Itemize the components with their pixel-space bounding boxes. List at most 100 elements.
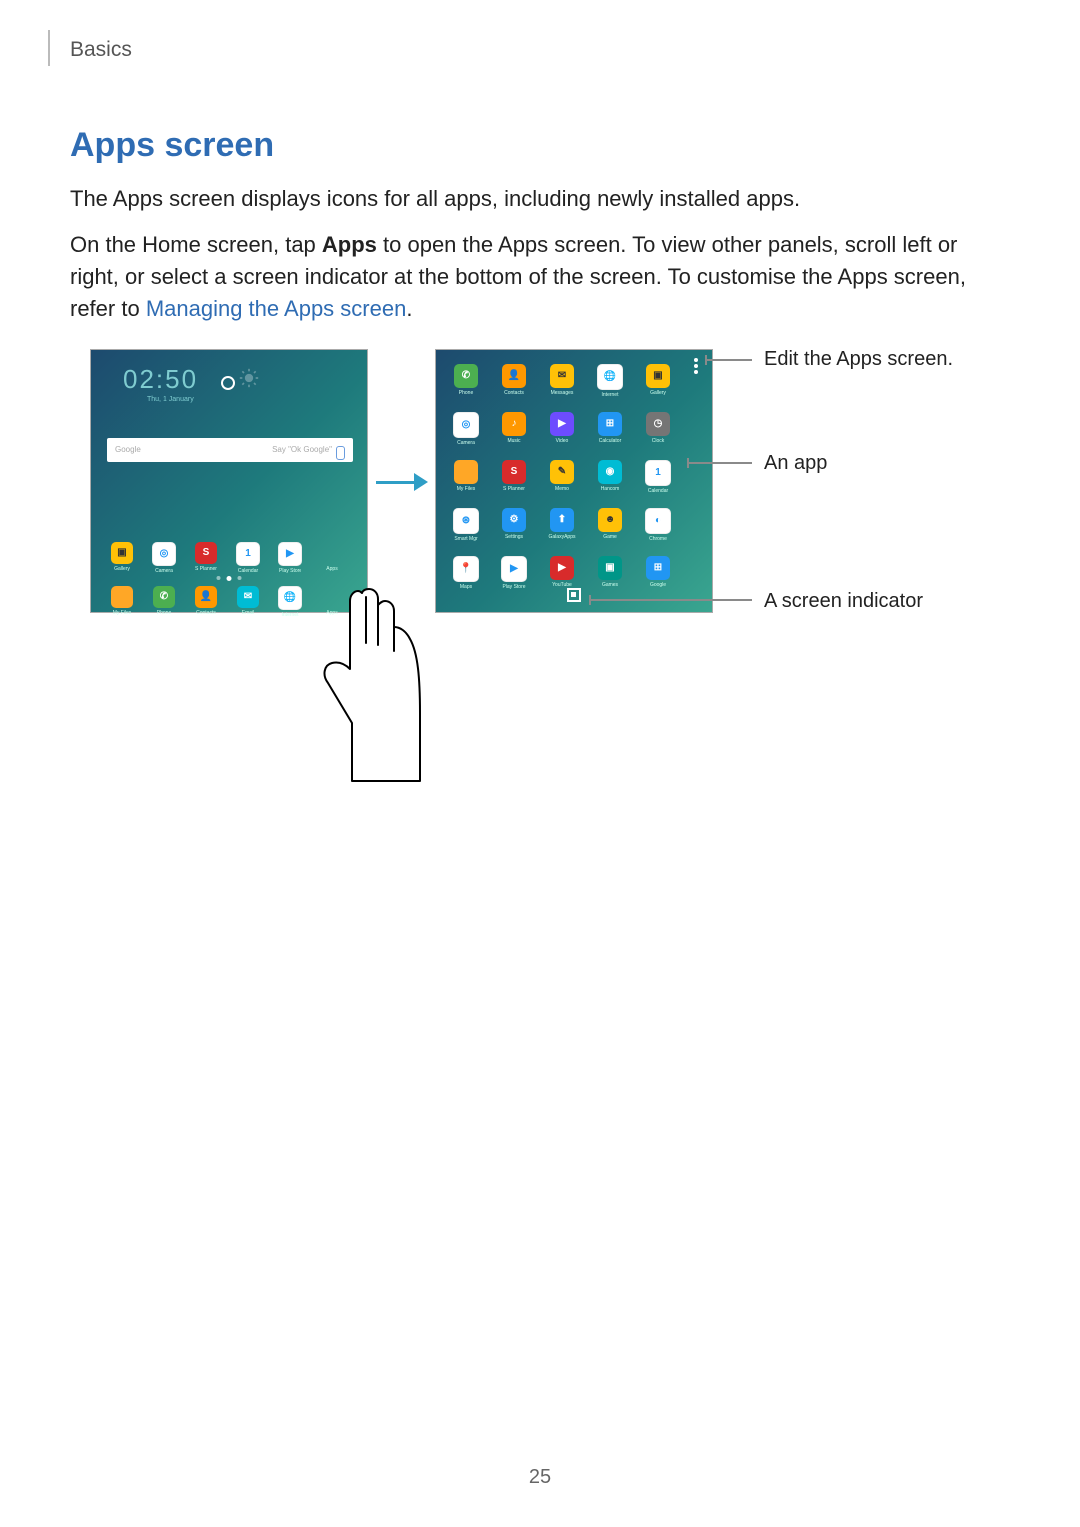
s-planner-icon-label: S Planner [498, 486, 530, 492]
clock-widget: 02:50 [123, 364, 198, 395]
contacts-icon-glyph: 👤 [195, 586, 217, 608]
s-planner-icon[interactable]: SS Planner [195, 542, 217, 574]
play-games-icon-label: Games [594, 582, 626, 588]
more-menu-icon[interactable] [694, 358, 698, 362]
chrome-icon-glyph: ◐ [645, 508, 671, 534]
smart-manager-icon-glyph: ⊛ [453, 508, 479, 534]
my-files-icon-label: My Files [111, 610, 133, 616]
maps-icon[interactable]: 📍Maps [450, 556, 482, 590]
video-icon[interactable]: ▶Video [546, 412, 578, 446]
play-games-icon[interactable]: ▣Games [594, 556, 626, 590]
figure-area: 02:50 Thu, 1 January Google Say "Ok Goog… [70, 343, 1010, 863]
internet-icon[interactable]: 🌐Internet [279, 586, 301, 618]
game-icon[interactable]: ☻Game [594, 508, 626, 542]
smart-manager-icon[interactable]: ⊛Smart Mgr [450, 508, 482, 542]
contacts-icon[interactable]: 👤 Contacts [498, 364, 530, 398]
memo-icon[interactable]: ✎Memo [546, 460, 578, 494]
youtube-icon-glyph: ▶ [550, 556, 574, 580]
phone-icon[interactable]: ✆Phone [153, 586, 175, 618]
phone-icon[interactable]: ✆Phone [450, 364, 482, 398]
s-planner-icon[interactable]: SS Planner [498, 460, 530, 494]
clock-icon-label: Clock [642, 438, 674, 444]
page-number: 25 [529, 1466, 551, 1489]
maps-icon-glyph: 📍 [453, 556, 479, 582]
game-icon-label: Game [594, 534, 626, 540]
apps-grid: ✆Phone 👤 Contacts ✉Messages 🌐Internet ▣ Galler… [450, 364, 674, 590]
google-search-bar[interactable]: Google Say "Ok Google" [107, 438, 353, 462]
phone-icon-label: Phone [450, 390, 482, 396]
gallery-icon[interactable]: ▣ Gallery [642, 364, 674, 398]
gallery-icon-label: Gallery [111, 566, 133, 572]
internet-icon-label: Internet [279, 612, 301, 618]
gallery-icon-glyph: ▣ [111, 542, 133, 564]
messages-icon[interactable]: ✉Messages [546, 364, 578, 398]
section-title: Apps screen [70, 126, 1010, 165]
camera-icon[interactable]: ◎Camera [153, 542, 175, 574]
dot-active-icon[interactable] [227, 576, 232, 581]
calendar-icon-glyph: 1 [236, 542, 260, 566]
screen-indicator-icon[interactable] [567, 588, 581, 602]
hancom-icon[interactable]: ◉Hancom [594, 460, 626, 494]
apps-icon-glyph [321, 542, 343, 564]
play-store-icon-glyph: ▶ [501, 556, 527, 582]
email-icon[interactable]: ✉Email [237, 586, 259, 618]
my-files-icon-label: My Files [450, 486, 482, 492]
gallery-icon[interactable]: ▣ Gallery [111, 542, 133, 574]
video-icon-label: Video [546, 438, 578, 444]
play-store-icon[interactable]: ▶Play Store [279, 542, 301, 574]
contacts-icon-label: Contacts [498, 390, 530, 396]
gallery-icon-glyph: ▣ [646, 364, 670, 388]
email-icon-label: Email [237, 610, 259, 616]
paragraph-1: The Apps screen displays icons for all a… [70, 183, 1010, 215]
managing-apps-link[interactable]: Managing the Apps screen [146, 296, 407, 321]
play-store-icon-label: Play Store [498, 584, 530, 590]
callout-edit-apps: Edit the Apps screen. [764, 347, 953, 372]
galaxy-apps-icon[interactable]: ⬆GalaxyApps [546, 508, 578, 542]
calculator-icon[interactable]: ⊞ Calculator [594, 412, 626, 446]
calendar-icon-label: Calendar [237, 568, 259, 574]
camera-icon-label: Camera [450, 440, 482, 446]
calculator-icon-label: Calculator [594, 438, 626, 444]
google-folder-icon-glyph: ⊞ [646, 556, 670, 580]
search-right-label: Say "Ok Google" [272, 438, 332, 462]
callout-line [706, 359, 752, 361]
home-screen: 02:50 Thu, 1 January Google Say "Ok Goog… [90, 349, 368, 613]
mic-icon[interactable] [336, 446, 345, 460]
my-files-icon[interactable]: My Files [111, 586, 133, 618]
manual-page: Basics Apps screen The Apps screen displ… [0, 0, 1080, 1527]
p2-pre: On the Home screen, tap [70, 232, 322, 257]
calendar-icon-glyph: 1 [645, 460, 671, 486]
chrome-icon[interactable]: ◐Chrome [642, 508, 674, 542]
contacts-icon[interactable]: 👤Contacts [195, 586, 217, 618]
internet-icon[interactable]: 🌐Internet [594, 364, 626, 398]
contacts-icon-glyph: 👤 [502, 364, 526, 388]
apps-drawer-icon[interactable]: Apps [321, 586, 343, 618]
dot-icon[interactable] [238, 576, 242, 580]
hancom-icon-label: Hancom [594, 486, 626, 492]
play-store-icon[interactable]: ▶ Play Store [498, 556, 530, 590]
search-left-label: Google [115, 438, 141, 462]
my-files-icon[interactable]: My Files [450, 460, 482, 494]
play-store-icon-label: Play Store [279, 568, 301, 574]
weather-sun-icon [239, 368, 259, 388]
dot-icon[interactable] [217, 576, 221, 580]
gallery-icon-label: Gallery [642, 390, 674, 396]
camera-icon-glyph: ◎ [152, 542, 176, 566]
calendar-icon[interactable]: 1Calendar [642, 460, 674, 494]
youtube-icon[interactable]: ▶YouTube [546, 556, 578, 590]
header-divider [48, 30, 50, 66]
music-icon[interactable]: ♪Music [498, 412, 530, 446]
p2-end: . [406, 296, 412, 321]
calendar-icon[interactable]: 1 Calendar [237, 542, 259, 574]
apps-icon[interactable]: Apps [321, 542, 343, 574]
camera-icon[interactable]: ◎Camera [450, 412, 482, 446]
apps-drawer-icon-label: Apps [321, 610, 343, 616]
callout-tick [705, 355, 707, 365]
google-folder-icon[interactable]: ⊞Google [642, 556, 674, 590]
internet-icon-label: Internet [594, 392, 626, 398]
calculator-icon-glyph: ⊞ [598, 412, 622, 436]
settings-icon[interactable]: ⚙Settings [498, 508, 530, 542]
clock-icon[interactable]: ◷Clock [642, 412, 674, 446]
page-dots[interactable] [217, 576, 242, 581]
settings-icon-glyph: ⚙ [502, 508, 526, 532]
